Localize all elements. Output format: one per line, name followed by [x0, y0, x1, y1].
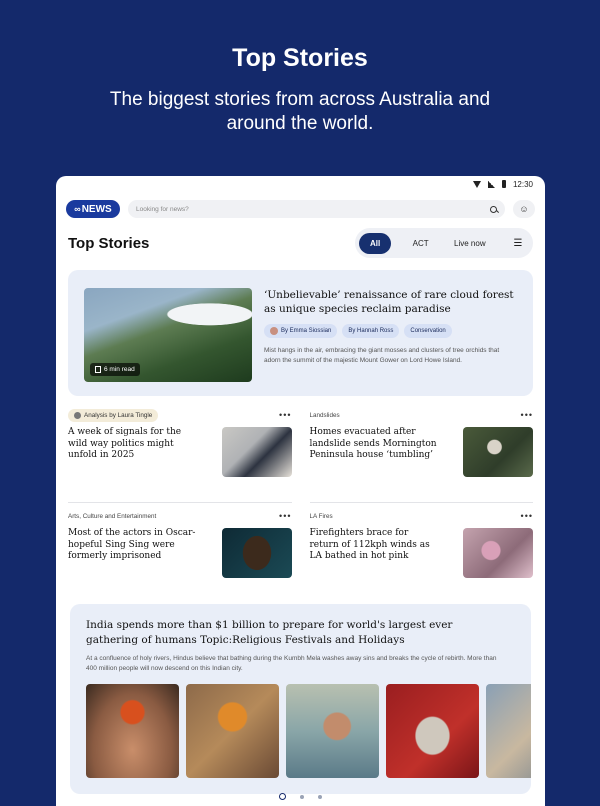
author-tag[interactable]: By Hannah Ross	[342, 324, 400, 338]
promo-subtitle: The biggest stories from across Australi…	[109, 89, 491, 134]
author-name: By Hannah Ross	[348, 328, 394, 334]
hero-summary: Mist hangs in the air, embracing the gia…	[264, 347, 500, 364]
feature-story[interactable]: India spends more than $1 billion to pre…	[70, 604, 531, 794]
story-headline[interactable]: Most of the actors in Oscar-hopeful Sing…	[68, 528, 198, 578]
feature-summary: At a confluence of holy rivers, Hindus b…	[86, 655, 497, 672]
profile-button[interactable]: ☺	[513, 200, 535, 218]
gallery-image[interactable]	[186, 684, 279, 778]
read-time-badge: 6 min read	[90, 363, 140, 376]
story-kicker: Landslides	[309, 411, 340, 419]
story-headline[interactable]: Firefighters brace for return of 112kph …	[310, 528, 440, 578]
page-dot[interactable]	[318, 794, 322, 799]
topic-name: Conservation	[410, 328, 446, 334]
abc-news-logo[interactable]: ∞ NEWS	[66, 200, 120, 218]
article-icon	[95, 366, 101, 373]
battery-icon	[501, 180, 506, 188]
filter-act[interactable]: ACT	[409, 233, 433, 254]
analysis-kicker[interactable]: Analysis by Laura Tingle	[68, 408, 159, 422]
page-header: Top Stories All ACT Live now ☰	[56, 228, 545, 258]
hero-tags: By Emma Siossian By Hannah Ross Conserva…	[264, 324, 517, 338]
search-icon[interactable]	[490, 205, 497, 213]
story-card[interactable]: LA Fires ••• Firefighters brace for retu…	[309, 502, 533, 598]
wifi-icon	[472, 180, 481, 188]
abc-logo-icon: ∞	[74, 204, 81, 214]
page-title: Top Stories	[68, 234, 150, 252]
status-time: 12:30	[512, 179, 533, 189]
read-time: 6 min read	[104, 366, 135, 373]
hero-headline[interactable]: ‘Unbelievable’ renaissance of rare cloud…	[264, 288, 517, 316]
promo-title: Top Stories	[232, 44, 368, 72]
story-card[interactable]: Landslides ••• Homes evacuated after lan…	[309, 406, 533, 502]
story-grid: Analysis by Laura Tingle ••• A week of s…	[56, 406, 545, 598]
author-avatar	[74, 411, 81, 419]
page-dot[interactable]	[300, 794, 304, 799]
story-kicker: Arts, Culture and Entertainment	[68, 512, 157, 520]
photo-gallery[interactable]	[86, 684, 531, 778]
author-avatar	[270, 327, 278, 335]
author-tag[interactable]: By Emma Siossian	[264, 324, 338, 338]
more-options-icon[interactable]: •••	[279, 511, 291, 521]
device-screen: 12:30 ∞ NEWS Looking for news? ☺ Top Sto…	[56, 176, 545, 806]
story-card[interactable]: Analysis by Laura Tingle ••• A week of s…	[68, 406, 292, 502]
story-thumbnail[interactable]	[221, 528, 292, 578]
story-headline[interactable]: A week of signals for the wild way polit…	[68, 427, 198, 477]
story-thumbnail[interactable]	[463, 528, 533, 578]
filter-all[interactable]: All	[359, 232, 392, 254]
page-dot-active[interactable]	[279, 793, 286, 800]
search-placeholder: Looking for news?	[136, 205, 189, 213]
story-kicker: LA Fires	[309, 512, 333, 520]
user-icon: ☺	[519, 204, 529, 214]
signal-icon	[487, 180, 495, 188]
gallery-image[interactable]	[386, 684, 479, 778]
filter-live-now[interactable]: Live now	[450, 233, 490, 254]
story-card[interactable]: Arts, Culture and Entertainment ••• Most…	[68, 502, 292, 598]
page-indicator	[56, 793, 545, 800]
topic-tag[interactable]: Conservation	[404, 324, 452, 338]
hero-image[interactable]: 6 min read	[84, 288, 252, 382]
gallery-image[interactable]	[286, 684, 379, 778]
more-options-icon[interactable]: •••	[521, 410, 533, 420]
gallery-image[interactable]	[486, 684, 531, 778]
more-options-icon[interactable]: •••	[279, 410, 291, 420]
top-bar: ∞ NEWS Looking for news? ☺	[56, 200, 545, 218]
feature-headline[interactable]: India spends more than $1 billion to pre…	[86, 618, 486, 648]
story-headline[interactable]: Homes evacuated after landslide sends Mo…	[310, 427, 440, 477]
story-thumbnail[interactable]	[463, 427, 533, 477]
author-name: By Emma Siossian	[281, 328, 332, 334]
filter-settings-icon[interactable]: ☰	[507, 238, 529, 249]
more-options-icon[interactable]: •••	[521, 511, 533, 521]
story-thumbnail[interactable]	[221, 427, 292, 477]
filter-bar: All ACT Live now ☰	[355, 228, 533, 258]
kicker-text: Analysis by Laura Tingle	[84, 411, 153, 419]
gallery-image[interactable]	[86, 684, 179, 778]
hero-story[interactable]: 6 min read ‘Unbelievable’ renaissance of…	[68, 270, 533, 396]
search-input[interactable]: Looking for news?	[128, 200, 505, 218]
logo-text: NEWS	[81, 203, 112, 215]
status-bar: 12:30	[56, 176, 545, 192]
